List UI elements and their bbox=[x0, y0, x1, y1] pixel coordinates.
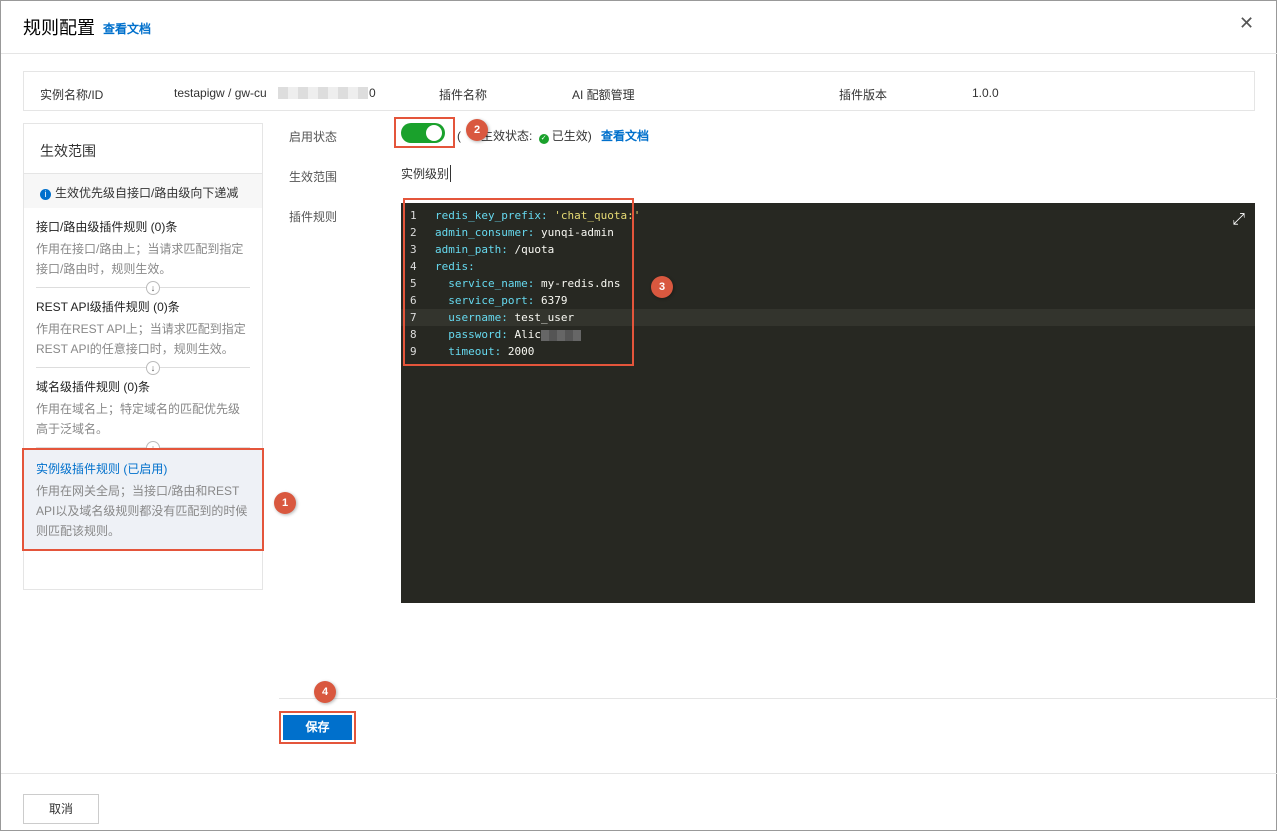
rule-desc: 作用在接口/路由上；当请求匹配到指定接口/路由时，规则生效。 bbox=[36, 242, 244, 276]
plugin-name: AI 配额管理 bbox=[572, 88, 635, 102]
rule-title: 实例级插件规则 (已启用) bbox=[36, 462, 168, 476]
divider bbox=[1, 53, 1277, 54]
annotation-badge: 1 bbox=[274, 492, 296, 514]
annotation-badge: 3 bbox=[651, 276, 673, 298]
rule-title: 接口/路由级插件规则 (0)条 bbox=[36, 220, 178, 234]
info-icon: i bbox=[40, 189, 51, 200]
redacted-id bbox=[278, 87, 368, 99]
info-bar: 实例名称/ID testapigw / gw-cu 0 插件名称 AI 配额管理… bbox=[23, 71, 1255, 111]
rule-rest-api[interactable]: REST API级插件规则 (0)条作用在REST API上；当请求匹配到指定R… bbox=[24, 288, 262, 367]
annotation-badge: 4 bbox=[314, 681, 336, 703]
cancel-button[interactable]: 取消 bbox=[23, 794, 99, 824]
rule-desc: 作用在网关全局；当接口/路由和REST API以及域名级规则都没有匹配到的时候则… bbox=[36, 484, 248, 538]
status-value: 已生效) bbox=[551, 129, 592, 143]
annotation-box bbox=[403, 198, 634, 366]
status-prefix: ( bbox=[457, 129, 461, 143]
rule-title: 域名级插件规则 (0)条 bbox=[36, 380, 151, 394]
doc-link[interactable]: 查看文档 bbox=[103, 20, 151, 37]
instance-value: testapigw / gw-cu bbox=[174, 86, 267, 100]
annotation-badge: 2 bbox=[466, 119, 488, 141]
fullscreen-icon[interactable]: ⤢ bbox=[1232, 209, 1245, 229]
plugin-version-label: 插件版本 bbox=[839, 88, 888, 102]
rules-label: 插件规则 bbox=[289, 210, 338, 224]
rule-route[interactable]: 接口/路由级插件规则 (0)条作用在接口/路由上；当请求匹配到指定接口/路由时，… bbox=[24, 208, 262, 287]
status-doc-link[interactable]: 查看文档 bbox=[601, 129, 649, 143]
divider bbox=[279, 698, 1277, 699]
tip-text: 生效优先级自接口/路由级向下递减 bbox=[55, 186, 239, 200]
scope-title: 生效范围 bbox=[24, 124, 262, 174]
divider bbox=[1, 773, 1277, 774]
dialog-title: 规则配置 bbox=[23, 18, 95, 38]
plugin-name-label: 插件名称 bbox=[439, 88, 488, 102]
scope-panel: 生效范围 i 生效优先级自接口/路由级向下递减 接口/路由级插件规则 (0)条作用… bbox=[22, 123, 264, 590]
rule-domain[interactable]: 域名级插件规则 (0)条作用在域名上；特定域名的匹配优先级高于泛域名。 bbox=[24, 368, 262, 447]
close-icon[interactable]: ✕ bbox=[1239, 13, 1254, 34]
instance-suffix: 0 bbox=[369, 86, 376, 100]
annotation-box bbox=[394, 117, 455, 148]
instance-label: 实例名称/ID bbox=[40, 88, 104, 102]
rule-instance[interactable]: 实例级插件规则 (已启用) 作用在网关全局；当接口/路由和REST API以及域名… bbox=[22, 448, 264, 551]
rule-title: REST API级插件规则 (0)条 bbox=[36, 300, 180, 314]
save-button[interactable]: 保存 bbox=[283, 715, 352, 740]
status-label: 启用状态 bbox=[289, 130, 338, 144]
scope-label: 生效范围 bbox=[289, 170, 338, 184]
rule-desc: 作用在REST API上；当请求匹配到指定REST API的任意接口时，规则生效… bbox=[36, 322, 246, 356]
plugin-version: 1.0.0 bbox=[972, 86, 999, 100]
priority-tip: i 生效优先级自接口/路由级向下递减 bbox=[24, 174, 262, 208]
scope-value: 实例级别 bbox=[401, 165, 452, 182]
check-circle-icon: ✓ bbox=[538, 134, 549, 144]
status-text-label: 生效状态: bbox=[481, 129, 533, 143]
rule-desc: 作用在域名上；特定域名的匹配优先级高于泛域名。 bbox=[36, 402, 241, 436]
